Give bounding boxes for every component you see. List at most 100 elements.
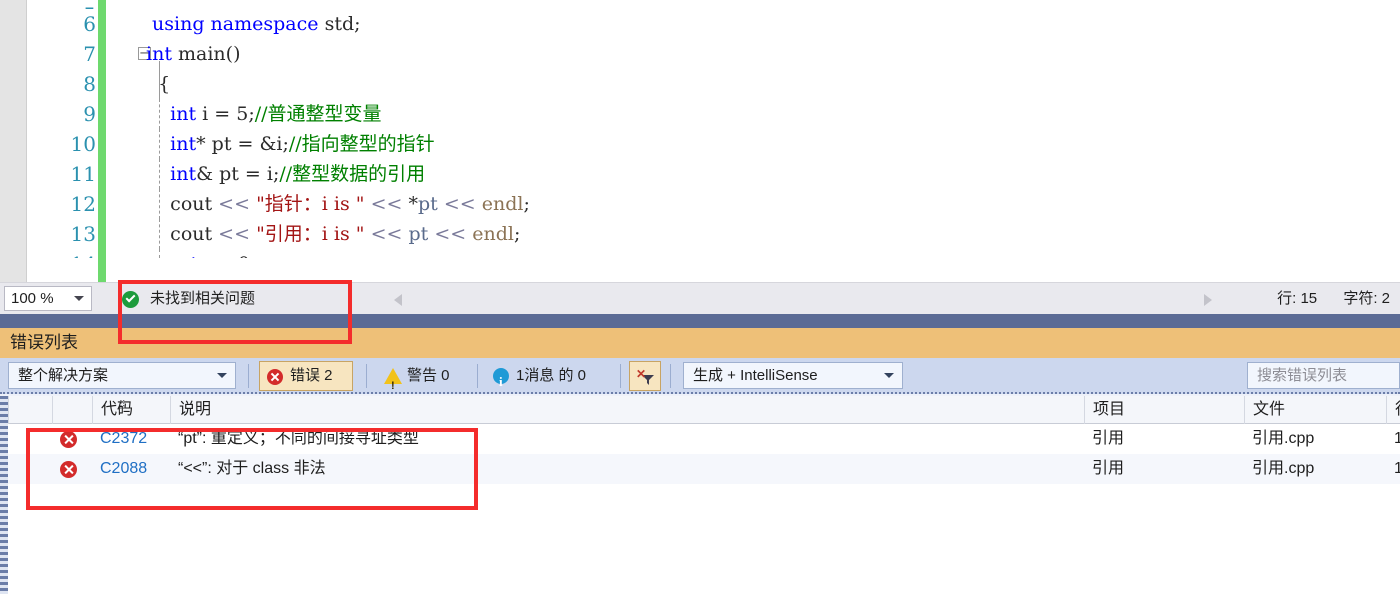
code-token: i = — [196, 103, 237, 125]
code-text: cout << "引用：i is " << pt << endl; — [146, 219, 520, 249]
zoom-level-value: 100 % — [11, 290, 54, 307]
code-token: "指针：i is " — [256, 193, 365, 215]
code-token: << — [370, 193, 403, 215]
code-token: return — [170, 253, 232, 258]
warnings-filter-button[interactable]: 警告 0 — [377, 361, 473, 401]
editor-status-bar: 100 % 未找到相关问题 行: 15 字符: 2 — [0, 282, 1400, 314]
column-header-file[interactable]: 文件 — [1244, 396, 1386, 424]
code-token: "引用：i is " — [256, 223, 365, 245]
toolbar-separator — [670, 364, 671, 388]
cell-line: 1 — [1394, 430, 1400, 447]
column-header-label: 说明 — [179, 401, 212, 418]
line-number: 10 — [70, 132, 96, 156]
line-number: 14 — [28, 249, 96, 258]
column-header-icon[interactable] — [8, 396, 52, 424]
code-token: pt — [417, 193, 438, 215]
column-header-label: 代码 — [101, 401, 134, 418]
cell-code[interactable]: C2372 — [100, 424, 170, 454]
error-grid-header[interactable]: ⣿代码 说明 项目 文件 行 — [8, 396, 1400, 424]
line-number: 5 — [28, 0, 96, 9]
code-line-list[interactable]: 56 using namespace std;7−int main()8 {9 … — [28, 0, 1400, 282]
code-line[interactable]: 12 cout << "指针：i is " << *pt << endl; — [28, 189, 1400, 219]
editor-left-margin — [0, 0, 27, 282]
code-token: * — [402, 193, 418, 215]
intellisense-status: 未找到相关问题 — [122, 283, 255, 315]
code-line[interactable]: 14 return 0; — [28, 249, 1400, 258]
code-line[interactable]: 8 { — [28, 69, 1400, 99]
code-text: int* pt = &i;//指向整型的指针 — [146, 129, 435, 159]
cell-file: 引用.cpp — [1252, 430, 1315, 447]
toolbar-separator — [477, 364, 478, 388]
error-list-titlebar[interactable]: 错误列表 — [0, 328, 1400, 358]
line-number: 8 — [83, 72, 96, 96]
code-token: pt — [408, 223, 429, 245]
grid-left-gutter — [0, 396, 8, 594]
code-token: endl — [481, 193, 524, 215]
code-token: //指向整型的指针 — [288, 133, 435, 155]
code-token: ; — [250, 253, 256, 258]
messages-filter-button[interactable]: 1消息 的 0 — [486, 361, 618, 397]
code-line[interactable]: 5 — [28, 0, 1400, 9]
errors-filter-button[interactable]: 错误 2 — [259, 361, 353, 391]
column-header-line[interactable]: 行 — [1386, 396, 1400, 424]
panel-splitter[interactable] — [0, 314, 1400, 328]
code-token: { — [158, 73, 171, 95]
error-grid-body[interactable]: C2372 “pt”: 重定义；不同的间接寻址类型 引用 引用.cpp 1 C2088 “<… — [8, 424, 1400, 594]
code-token: endl — [472, 223, 514, 245]
column-header-description[interactable]: 说明 — [170, 396, 1084, 424]
code-text: return 0; — [146, 249, 256, 258]
code-token: int — [170, 163, 197, 185]
clear-filter-button[interactable]: ✕ — [629, 361, 661, 391]
chevron-down-icon — [217, 373, 227, 378]
code-token: cout — [170, 223, 219, 245]
code-text: { — [146, 69, 170, 99]
scope-combobox[interactable]: 整个解决方案 — [8, 362, 236, 389]
code-line[interactable]: 9 int i = 5;//普通整型变量 — [28, 99, 1400, 129]
column-header-project[interactable]: 项目 — [1084, 396, 1244, 424]
warnings-filter-label: 警告 0 — [407, 367, 450, 384]
build-filter-value: 生成 + IntelliSense — [693, 367, 818, 384]
code-text: int i = 5;//普通整型变量 — [146, 99, 381, 129]
code-line[interactable]: 13 cout << "引用：i is " << pt << endl; — [28, 219, 1400, 249]
intellisense-status-text: 未找到相关问题 — [150, 290, 256, 307]
code-line[interactable]: 11 int& pt = i;//整型数据的引用 — [28, 159, 1400, 189]
panel-title: 错误列表 — [10, 333, 78, 352]
table-row[interactable]: C2372 “pt”: 重定义；不同的间接寻址类型 引用 引用.cpp 1 — [8, 424, 1400, 454]
cell-code[interactable]: C2088 — [100, 454, 170, 484]
code-text: cout << "指针：i is " << *pt << endl; — [146, 189, 530, 219]
scope-combobox-value: 整个解决方案 — [18, 367, 109, 384]
chevron-down-icon — [884, 373, 894, 378]
column-header-sev[interactable]: ⣿ — [52, 396, 126, 424]
code-editor[interactable]: 56 using namespace std;7−int main()8 {9 … — [0, 0, 1400, 282]
search-error-list-input[interactable]: 搜索错误列表 — [1247, 362, 1400, 389]
code-token: << — [443, 193, 476, 215]
column-header-label: 文件 — [1253, 401, 1286, 418]
chevron-down-icon — [74, 296, 84, 301]
code-line[interactable]: 7− int main() — [28, 39, 1400, 69]
messages-filter-label: 1消息 的 0 — [516, 367, 587, 384]
zoom-level-combobox[interactable]: 100 % — [4, 286, 92, 311]
error-icon — [60, 431, 77, 448]
code-token: << — [370, 223, 403, 245]
code-line[interactable]: 6 using namespace std; — [28, 9, 1400, 39]
cell-file: 引用.cpp — [1252, 460, 1315, 477]
scroll-right-arrow-icon[interactable] — [1204, 294, 1212, 306]
table-row[interactable]: C2088 “<<”: 对于 class 非法 引用 引用.cpp 1 — [8, 454, 1400, 484]
scroll-left-arrow-icon[interactable] — [394, 294, 402, 306]
column-header-code[interactable]: 代码 — [92, 396, 170, 424]
code-line[interactable]: 10 int* pt = &i;//指向整型的指针 — [28, 129, 1400, 159]
code-token: ; — [523, 193, 530, 215]
code-token: //整型数据的引用 — [279, 163, 426, 185]
code-token: cout — [170, 193, 219, 215]
line-number: 7 — [83, 42, 96, 66]
clear-filter-icon: ✕ — [636, 367, 656, 387]
build-filter-combobox[interactable]: 生成 + IntelliSense — [683, 362, 903, 389]
cell-description: “<<”: 对于 class 非法 — [178, 460, 326, 477]
code-token: * pt = &i; — [196, 133, 289, 155]
errors-filter-label: 错误 2 — [290, 367, 333, 384]
cell-project: 引用 — [1092, 430, 1125, 447]
error-icon — [267, 369, 283, 385]
error-list-toolbar: 整个解决方案 错误 2 警告 0 1消息 的 0 ✕ — [0, 358, 1400, 401]
column-header-label: 项目 — [1093, 401, 1126, 418]
code-token: ; — [513, 223, 521, 245]
